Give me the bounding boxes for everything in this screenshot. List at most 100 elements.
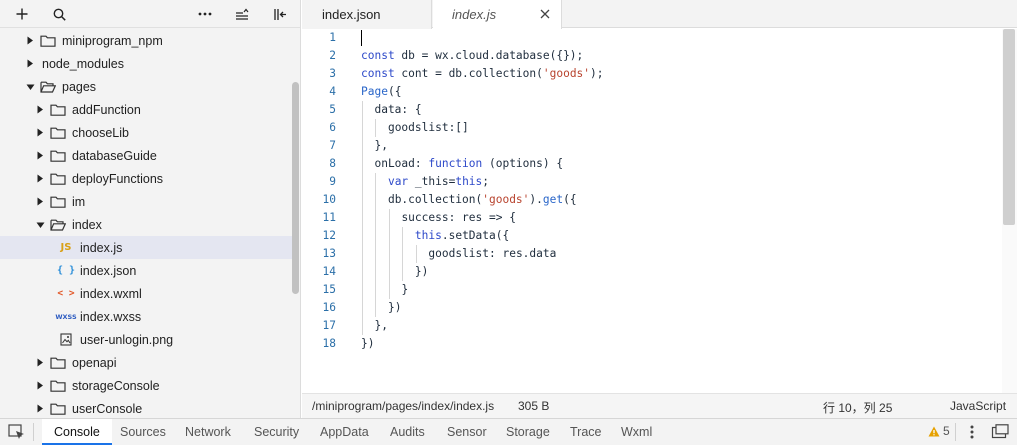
folder-item[interactable]: storageConsole (0, 374, 292, 397)
code-token: get (542, 193, 564, 206)
file-item[interactable]: { } index.json (0, 259, 292, 282)
file-item[interactable]: JS index.js (0, 236, 292, 259)
tree-item-label: index.json (80, 263, 137, 278)
chevron-right-icon[interactable] (24, 35, 36, 47)
tab-index-js[interactable]: index.js (433, 0, 562, 29)
code-line: 4 Page({ (302, 83, 1002, 101)
text-cursor (361, 30, 362, 46)
more-vertical-icon[interactable] (965, 423, 979, 441)
file-item[interactable]: user-unlogin.png (0, 328, 292, 351)
devtools-tab-network[interactable]: Network (185, 419, 231, 445)
chevron-right-icon[interactable] (24, 58, 36, 70)
editor-scrollbar[interactable] (1003, 29, 1015, 225)
code-token: ). (529, 193, 543, 206)
tree-item-label: im (72, 194, 86, 209)
indent-guide (402, 245, 404, 263)
devtools-tab-wxml[interactable]: Wxml (621, 419, 652, 445)
line-number: 1 (329, 31, 336, 44)
language-mode[interactable]: JavaScript (950, 399, 1006, 413)
file-tree: miniprogram_npm node_modulespages addFunct… (0, 29, 292, 418)
indent-guide (388, 209, 390, 227)
code-text: }, (374, 137, 387, 155)
folder-item[interactable]: miniprogram_npm (0, 29, 292, 52)
folder-open-icon (50, 218, 66, 232)
code-line: 15} (302, 281, 1002, 299)
folder-item[interactable]: deployFunctions (0, 167, 292, 190)
indent-guide (375, 209, 377, 227)
code-line: 6 goodslist:[] (302, 119, 1002, 137)
toggle-sidebar-icon[interactable] (269, 4, 291, 24)
tree-item-label: index.js (80, 240, 123, 255)
tree-item-label: index (72, 217, 102, 232)
chevron-right-icon[interactable] (34, 403, 46, 415)
code-line: 18}) (302, 335, 1002, 353)
indent-guide (375, 173, 377, 191)
folder-item[interactable]: openapi (0, 351, 292, 374)
code-token: Page (361, 85, 388, 98)
code-area[interactable]: 1 2 const db = wx.cloud.database({}); 3 cons… (302, 29, 1002, 393)
chevron-right-icon[interactable] (34, 380, 46, 392)
explorer-scrollbar[interactable] (292, 82, 299, 294)
folder-item[interactable]: index (0, 213, 292, 236)
file-item[interactable]: WXSS index.wxss (0, 305, 292, 328)
code-token: _this= (414, 175, 456, 188)
indent-guide (362, 101, 363, 119)
folder-item[interactable]: im (0, 190, 292, 213)
devtools-tab-console[interactable]: Console (42, 419, 112, 445)
devtools-tab-appdata[interactable]: AppData (320, 419, 369, 445)
wxml-file-icon: < > (57, 287, 74, 301)
code-text: Page({ (361, 83, 401, 101)
chevron-down-icon[interactable] (34, 219, 46, 231)
devtools-tab-security[interactable]: Security (254, 419, 299, 445)
chevron-right-icon[interactable] (34, 127, 46, 139)
tree-item-label: user-unlogin.png (80, 332, 174, 347)
add-icon[interactable] (11, 4, 33, 24)
code-text: const db = wx.cloud.database({}); (361, 47, 583, 65)
chevron-right-icon[interactable] (34, 104, 46, 116)
more-icon[interactable] (194, 4, 216, 24)
code-token: ({ (387, 85, 402, 98)
code-line: 14}) (302, 263, 1002, 281)
chevron-right-icon[interactable] (34, 173, 46, 185)
code-text: }) (415, 263, 428, 281)
folder-item[interactable]: userConsole (0, 397, 292, 418)
code-line: 2 const db = wx.cloud.database({}); (302, 47, 1002, 65)
editor-tabs: index.json index.js (302, 0, 1017, 29)
tree-item-label: storageConsole (72, 378, 160, 393)
chevron-right-icon[interactable] (34, 196, 46, 208)
devtools-tab-storage[interactable]: Storage (506, 419, 550, 445)
code-token: db.collection( (387, 193, 483, 206)
devtools-tab-trace[interactable]: Trace (570, 419, 602, 445)
devtools-tab-sources[interactable]: Sources (120, 419, 166, 445)
warning-indicator[interactable]: 5 (928, 424, 950, 438)
code-token: .setData({ (441, 229, 510, 242)
code-token: ({ (563, 193, 577, 206)
close-icon[interactable] (539, 8, 551, 20)
folder-item[interactable]: pages (0, 75, 292, 98)
chevron-right-icon[interactable] (34, 357, 46, 369)
tab-index-json[interactable]: index.json (302, 0, 432, 29)
tab-label: index.json (322, 7, 381, 22)
indent-guide (362, 263, 363, 281)
search-icon[interactable] (48, 4, 70, 24)
code-token: this (414, 229, 442, 242)
inspect-element-icon[interactable] (8, 424, 26, 440)
devtools-tab-sensor[interactable]: Sensor (447, 419, 487, 445)
collapse-all-icon[interactable] (231, 4, 253, 24)
folder-item[interactable]: databaseGuide (0, 144, 292, 167)
file-type-badge: { } (56, 265, 76, 276)
indent-guide (415, 245, 417, 263)
dock-icon[interactable] (991, 424, 1009, 440)
code-token: data: { (374, 103, 422, 116)
code-token: function (428, 157, 483, 170)
cursor-position[interactable]: 行 10，列 25 (823, 399, 892, 416)
indent-guide (362, 209, 363, 227)
devtools-tab-audits[interactable]: Audits (390, 419, 425, 445)
folder-item[interactable]: node_modules (0, 52, 292, 75)
file-item[interactable]: < > index.wxml (0, 282, 292, 305)
chevron-right-icon[interactable] (34, 150, 46, 162)
folder-item[interactable]: addFunction (0, 98, 292, 121)
chevron-down-icon[interactable] (24, 81, 36, 93)
tree-item-label: pages (62, 79, 97, 94)
folder-item[interactable]: chooseLib (0, 121, 292, 144)
